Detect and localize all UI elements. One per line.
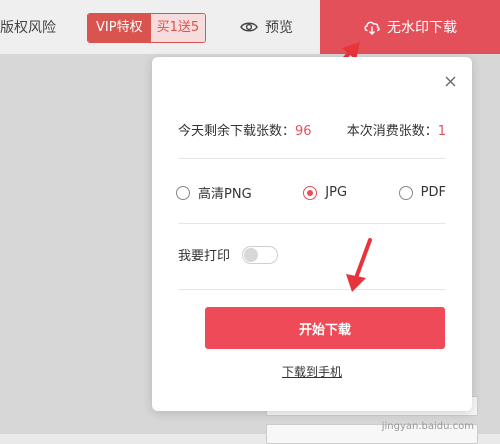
divider (178, 289, 446, 290)
vip-badge[interactable]: VIP特权 买1送5 (87, 13, 207, 43)
cloud-download-icon (364, 21, 380, 35)
download-stats: 今天剩余下载张数：96 本次消费张数：1 (178, 120, 446, 139)
start-download-button[interactable]: 开始下载 (205, 307, 445, 349)
preview-label: 预览 (265, 20, 293, 36)
close-button[interactable] (442, 73, 458, 89)
download-to-phone-link[interactable]: 下载到手机 (152, 363, 472, 380)
radio-pdf[interactable] (398, 185, 413, 200)
print-toggle[interactable] (242, 245, 279, 264)
format-options: 高清PNG JPG PDF (176, 183, 446, 202)
divider (178, 158, 446, 159)
promo-label: 买1送5 (150, 14, 206, 42)
format-option-jpg[interactable]: JPG (303, 185, 347, 200)
radio-jpg[interactable] (303, 185, 318, 200)
preview-button[interactable]: 预览 (240, 17, 293, 37)
format-label-pdf: PDF (420, 185, 446, 200)
remaining-count: 今天剩余下载张数：96 (178, 120, 312, 139)
format-label-jpg: JPG (325, 185, 348, 200)
download-dialog: 今天剩余下载张数：96 本次消费张数：1 高清PNG JPG PDF 我要打印 … (152, 57, 472, 411)
format-option-pdf[interactable]: PDF (398, 185, 446, 200)
divider (178, 223, 446, 224)
format-option-png[interactable]: 高清PNG (176, 183, 252, 202)
watermark-text: jingyan.baidu.com (381, 421, 474, 432)
top-toolbar: 版权风险 VIP特权 买1送5 预览 无水印下载 (0, 0, 500, 54)
eye-icon (240, 22, 258, 32)
copyright-risk-label[interactable]: 版权风险 (0, 17, 56, 37)
radio-png[interactable] (176, 185, 190, 200)
print-label: 我要打印 (178, 249, 231, 264)
format-label-png: 高清PNG (198, 187, 252, 202)
print-option: 我要打印 (178, 245, 279, 264)
cost-label: 本次消费张数： (346, 124, 438, 139)
no-watermark-download-label: 无水印下载 (387, 20, 457, 36)
cost-count: 本次消费张数：1 (347, 120, 446, 139)
vip-privilege-label: VIP特权 (88, 14, 151, 42)
close-icon (445, 76, 455, 86)
cost-value: 1 (437, 124, 446, 139)
no-watermark-download-button[interactable]: 无水印下载 (320, 0, 500, 54)
toggle-knob (244, 247, 259, 262)
remaining-label: 今天剩余下载张数： (178, 124, 296, 139)
remaining-value: 96 (295, 124, 312, 139)
